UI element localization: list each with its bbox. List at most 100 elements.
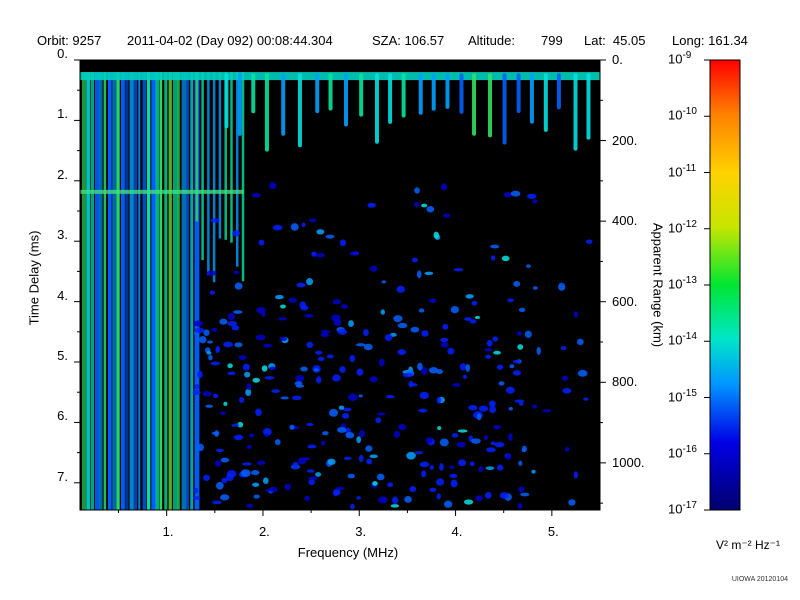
noise-blob [210, 361, 221, 366]
noise-blob [369, 376, 378, 383]
noise-blob [499, 492, 509, 499]
noise-blob [292, 461, 299, 470]
noise-blob [307, 444, 317, 449]
noise-blob [440, 183, 447, 191]
noise-blob [476, 413, 482, 421]
x-tick-label-4: 5. [547, 524, 559, 539]
horizontal-streak [80, 189, 244, 194]
noise-blob [327, 458, 336, 465]
noise-blob [317, 356, 325, 361]
noise-blob [505, 453, 511, 460]
noise-blob [396, 285, 405, 293]
noise-blob [510, 190, 521, 197]
noise-blob [220, 411, 226, 416]
noise-blob [421, 330, 429, 337]
noise-blob [583, 397, 589, 401]
colorbar-label-3: 10-12 [668, 218, 697, 236]
noise-blob [421, 203, 428, 208]
noise-blob [363, 328, 369, 337]
noise-blob [209, 290, 215, 295]
noise-blob [457, 429, 468, 433]
noise-blob [462, 374, 467, 379]
noise-blob [220, 457, 230, 463]
noise-blob [343, 456, 352, 460]
noise-blob [517, 344, 524, 350]
noise-blob [203, 329, 210, 336]
echo-trace [374, 73, 379, 144]
echo-trace [388, 73, 393, 124]
colorbar-unit: V² m⁻² Hz⁻¹ [716, 538, 780, 552]
noise-blob [301, 222, 306, 228]
noise-blob [436, 478, 445, 486]
noise-blob [268, 486, 278, 493]
spectral-stripe [125, 72, 129, 510]
noise-blob [513, 281, 521, 287]
noise-blob [275, 294, 284, 300]
noise-blob [469, 319, 477, 324]
echo-trace [297, 73, 302, 148]
noise-blob [498, 381, 505, 386]
noise-blob [206, 351, 212, 355]
noise-blob [223, 341, 233, 348]
noise-blob [504, 191, 512, 198]
noise-blob [493, 425, 502, 430]
noise-blob [475, 495, 483, 502]
spectral-stripe [181, 72, 187, 510]
y-tick-label-6: 6. [57, 408, 68, 424]
noise-blob [451, 433, 459, 438]
noise-blob [332, 299, 342, 305]
spectral-stripe [207, 72, 210, 276]
noise-blob [458, 459, 467, 467]
colorbar [709, 59, 741, 511]
noise-blob [356, 496, 361, 500]
noise-blob [192, 390, 201, 395]
noise-blob [264, 376, 275, 380]
noise-blob [562, 375, 569, 382]
noise-blob [414, 451, 424, 455]
spectral-stripe [107, 72, 112, 510]
noise-blob [429, 487, 437, 493]
noise-blob [421, 470, 427, 478]
noise-blob [483, 434, 489, 441]
noise-blob [255, 408, 262, 417]
noise-blob [347, 473, 355, 479]
spectral-stripe [81, 72, 87, 510]
spectral-stripe [129, 72, 134, 510]
spectral-stripe [112, 72, 118, 510]
noise-blob [278, 317, 288, 321]
y-tick-label-0: 0. [57, 46, 68, 61]
spectral-stripe [133, 72, 138, 510]
noise-blob [375, 417, 382, 424]
noise-blob [478, 405, 489, 412]
noise-blob [337, 427, 347, 433]
echo-trace [586, 73, 591, 140]
noise-blob [193, 320, 203, 327]
echo-trace [556, 73, 561, 110]
spectral-stripe [142, 72, 147, 510]
echo-trace [502, 73, 507, 145]
noise-blob [485, 354, 492, 359]
noise-blob [392, 496, 399, 505]
noise-blob [397, 349, 407, 356]
noise-blob [326, 354, 334, 359]
noise-blob [465, 364, 471, 372]
noise-blob [348, 320, 354, 327]
noise-blob [233, 434, 244, 441]
noise-blob [232, 230, 241, 237]
noise-blob [313, 368, 319, 372]
echo-trace [224, 73, 229, 129]
noise-blob [390, 504, 400, 508]
noise-blob [518, 460, 523, 466]
noise-blob [304, 313, 314, 318]
noise-blob [449, 465, 455, 470]
noise-blob [378, 496, 388, 504]
noise-blob [246, 503, 254, 508]
noise-blob [514, 399, 525, 403]
noise-blob [274, 439, 281, 446]
noise-blob [358, 394, 363, 398]
noise-blob [272, 224, 283, 231]
noise-blob [215, 481, 224, 490]
noise-blob [414, 187, 420, 194]
colorbar-label-7: 10-16 [668, 443, 697, 461]
x-axis-title: Frequency (MHz) [297, 545, 399, 560]
